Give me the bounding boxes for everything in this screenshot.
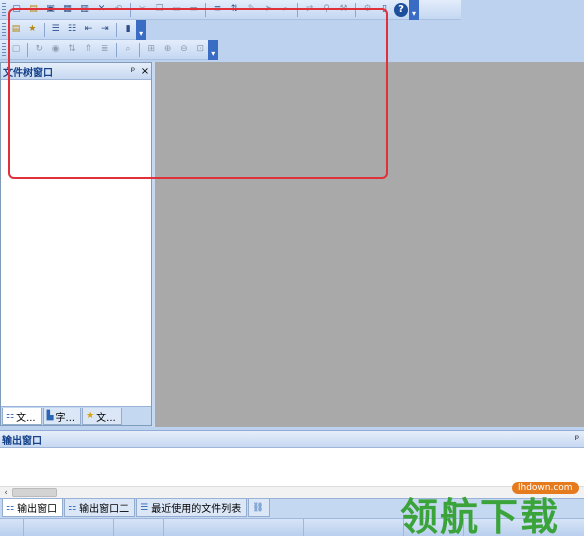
list-icon[interactable]: ☰ xyxy=(49,22,63,37)
copy-icon[interactable]: ❐ xyxy=(152,2,167,17)
file-tree-panel: 文件树窗口 ᵖ × ⚏ 文... ▙ 字... ★ 文... xyxy=(0,62,152,426)
toolbar-separator xyxy=(130,2,131,17)
expand-icon[interactable]: ⊞ xyxy=(144,42,158,57)
bookmark-icon[interactable]: ✎ xyxy=(244,2,259,17)
cut-icon[interactable]: ✂ xyxy=(135,2,150,17)
open-folder-icon[interactable]: ▤ xyxy=(26,2,41,17)
zoom-out-icon[interactable]: ⊖ xyxy=(177,42,191,57)
toolbar-separator xyxy=(355,2,356,17)
toolbar-grip[interactable] xyxy=(2,42,6,57)
sort-up-icon[interactable]: ⇑ xyxy=(81,42,95,57)
refresh-icon[interactable]: ↻ xyxy=(32,42,46,57)
toolbar-separator xyxy=(115,42,117,57)
outdent-icon[interactable]: ⇤ xyxy=(81,22,95,37)
help-icon[interactable]: ? xyxy=(394,2,408,17)
replace-icon[interactable]: ⇄ xyxy=(302,2,317,17)
scroll-left-icon[interactable]: ‹ xyxy=(0,488,12,498)
tree-icon: ⚏ xyxy=(68,502,77,513)
save-icon[interactable]: ▣ xyxy=(43,2,58,17)
close-icon[interactable]: × xyxy=(139,66,151,77)
find-icon[interactable]: ⌕ xyxy=(278,2,293,17)
toolbar-separator xyxy=(43,22,45,37)
tab-label: 字... xyxy=(55,412,76,424)
new-file-icon[interactable]: ▢ xyxy=(9,2,24,17)
main-toolbar: ▢ ▤ ▣ ▦ ▥ ✕ ↶ ✂ ❐ ▭ ▬ ≡ ⇅ ✎ ➤ ⌕ ⇄ ⚲ ⚒ ⚙ … xyxy=(0,0,461,20)
tree-icon: ⚏ xyxy=(6,502,15,513)
tab-links[interactable]: ⛓ xyxy=(248,499,270,517)
toolbar-separator xyxy=(27,42,29,57)
globe-icon[interactable]: ◉ xyxy=(48,42,62,57)
status-cell xyxy=(114,519,164,536)
star-folder-icon[interactable]: ★ xyxy=(25,22,39,37)
forward-icon[interactable]: ➤ xyxy=(261,2,276,17)
toolbar-separator xyxy=(297,2,298,17)
toolbar-separator xyxy=(116,22,117,37)
watermark: 领航下载 lhdown.com xyxy=(400,482,584,536)
tab-label: 最近使用的文件列表 xyxy=(151,504,242,515)
toolbar-grip[interactable] xyxy=(2,22,6,37)
tab-recent-files[interactable]: ☰ 最近使用的文件列表 xyxy=(136,499,248,517)
toolbar-separator xyxy=(139,42,141,57)
status-cell xyxy=(0,519,24,536)
format-icon[interactable]: ≡ xyxy=(210,2,225,17)
tab-favorites[interactable]: ★ 文... xyxy=(82,408,122,425)
watermark-text: 领航下载 xyxy=(400,495,561,536)
toolbar-grip[interactable] xyxy=(2,2,6,17)
status-cell xyxy=(304,519,404,536)
output-panel-title: 输出窗口 xyxy=(2,435,42,447)
tools-icon[interactable]: ⚒ xyxy=(336,2,351,17)
toolbar-overflow-chevron-icon[interactable]: ▾ xyxy=(409,0,419,20)
paste-icon[interactable]: ▭ xyxy=(169,2,184,17)
tab-output-1[interactable]: ⚏ 输出窗口 xyxy=(2,499,64,517)
preview-icon[interactable]: ⌕ xyxy=(121,42,135,57)
folder-yellow-icon[interactable]: ▤ xyxy=(9,22,23,37)
text-icon[interactable]: ▢ xyxy=(9,42,23,57)
link-icon: ⛓ xyxy=(252,502,264,513)
tab-label: 文... xyxy=(16,412,36,424)
toolbar-overflow-chevron-icon[interactable]: ▾ xyxy=(136,19,146,40)
tab-label: 输出窗口 xyxy=(17,504,58,515)
tab-label: 文... xyxy=(96,412,116,424)
sort-icon[interactable]: ⇅ xyxy=(227,2,242,17)
chart-icon: ▙ xyxy=(46,411,54,421)
file-tree-panel-title: 文件树窗口 xyxy=(3,67,53,79)
window-icon[interactable]: ▯ xyxy=(377,2,392,17)
list-icon: ☰ xyxy=(140,502,149,513)
view-toolbar: ▢ ↻ ◉ ⇅ ⇑ ≣ ⌕ ⊞ ⊕ ⊖ ⊡ ▾ xyxy=(0,39,219,60)
status-cell xyxy=(164,519,304,536)
watermark-site: lhdown.com xyxy=(512,482,579,494)
toolbar-overflow-chevron-icon[interactable]: ▾ xyxy=(208,39,219,60)
star-icon: ★ xyxy=(86,411,95,421)
output-panel-header: 输出窗口 ᵖ xyxy=(0,431,584,448)
zoom-in-icon[interactable]: ⊕ xyxy=(160,42,174,57)
fit-icon[interactable]: ⊡ xyxy=(193,42,207,57)
list-alt-icon[interactable]: ☷ xyxy=(65,22,79,37)
pin-icon[interactable]: ᵖ xyxy=(127,66,139,77)
tab-label: 输出窗口二 xyxy=(79,504,130,515)
tree-icon: ⚏ xyxy=(6,411,15,421)
main-workspace[interactable] xyxy=(152,62,584,427)
close-icon[interactable]: ✕ xyxy=(94,2,109,17)
toolbar-separator xyxy=(205,2,206,17)
secondary-toolbar: ▤ ★ ☰ ☷ ⇤ ⇥ ▮ ▾ xyxy=(0,19,146,40)
sort-az-icon[interactable]: ⇅ xyxy=(65,42,79,57)
filter-icon[interactable]: ⚲ xyxy=(319,2,334,17)
file-tree-panel-header: 文件树窗口 ᵖ × xyxy=(1,63,151,80)
indent-icon[interactable]: ⇥ xyxy=(98,22,112,37)
wrench-icon[interactable]: ⚙ xyxy=(360,2,375,17)
scrollbar-thumb[interactable] xyxy=(12,488,57,497)
save-all-icon[interactable]: ▦ xyxy=(60,2,75,17)
tab-output-2[interactable]: ⚏ 输出窗口二 xyxy=(64,499,136,517)
tab-fonts[interactable]: ▙ 字... xyxy=(42,408,82,425)
pin-icon[interactable]: ᵖ xyxy=(570,434,584,445)
print-icon[interactable]: ▥ xyxy=(77,2,92,17)
tab-file-tree[interactable]: ⚏ 文... xyxy=(2,408,42,425)
delete-icon[interactable]: ▬ xyxy=(186,2,201,17)
sort-list-icon[interactable]: ≣ xyxy=(98,42,112,57)
attach-icon[interactable]: ▮ xyxy=(121,22,135,37)
file-tree-tabs: ⚏ 文... ▙ 字... ★ 文... xyxy=(1,406,151,425)
status-cell xyxy=(24,519,114,536)
undo-icon[interactable]: ↶ xyxy=(111,2,126,17)
